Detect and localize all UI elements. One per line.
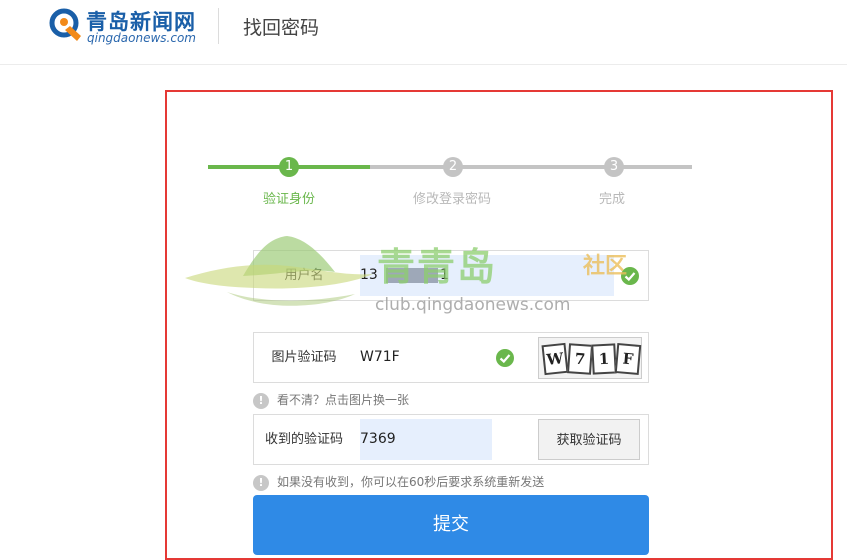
username-valid-check-icon xyxy=(621,267,639,285)
image-captcha-hint-text: 看不清？点击图片换一张 xyxy=(277,393,410,407)
image-captcha-valid-check-icon xyxy=(496,349,514,367)
sms-code-label: 收到的验证码 xyxy=(264,432,343,447)
step-3-label: 完成 xyxy=(598,192,626,207)
step-2-label: 修改登录密码 xyxy=(412,192,492,207)
sms-code-hint: ! 如果没有收到，你可以在60秒后要求系统重新发送 xyxy=(253,473,544,491)
image-captcha-row: 图片验证码 W71F W 7 1 F xyxy=(253,332,649,383)
username-label: 用户名 xyxy=(284,268,324,283)
captcha-image[interactable]: W 7 1 F xyxy=(538,337,642,379)
username-input[interactable]: 13 1 xyxy=(360,255,614,296)
get-code-button[interactable]: 获取验证码 xyxy=(538,419,640,460)
logo-english-text: qingdaonews.com xyxy=(87,31,196,45)
info-icon: ! xyxy=(253,392,269,409)
header-divider xyxy=(218,8,219,44)
step-1-circle: 1 xyxy=(279,157,299,177)
sms-code-row: 收到的验证码 7369 获取验证码 xyxy=(253,414,649,465)
image-captcha-label: 图片验证码 xyxy=(271,350,337,365)
sms-code-input[interactable]: 7369 xyxy=(360,419,492,460)
info-icon: ! xyxy=(253,474,269,491)
page-title: 找回密码 xyxy=(243,17,320,39)
captcha-char-4: F xyxy=(614,343,642,375)
step-progress-pending xyxy=(370,165,692,169)
step-2-circle: 2 xyxy=(443,157,463,177)
logo-q-icon xyxy=(49,8,81,41)
step-3-circle: 3 xyxy=(604,157,624,177)
username-masked-region xyxy=(386,268,438,283)
sms-code-value: 7369 xyxy=(360,431,396,447)
captcha-char-2: 7 xyxy=(566,343,594,375)
submit-button[interactable]: 提交 xyxy=(253,495,649,555)
step-1-label: 验证身份 xyxy=(262,192,316,207)
sms-code-hint-text: 如果没有收到，你可以在60秒后要求系统重新发送 xyxy=(277,475,545,489)
username-value-prefix: 13 xyxy=(360,267,378,283)
captcha-char-3: 1 xyxy=(591,343,617,375)
image-captcha-hint: ! 看不清？点击图片换一张 xyxy=(253,391,409,409)
username-value-suffix: 1 xyxy=(440,267,449,283)
captcha-char-1: W xyxy=(541,342,569,376)
username-row: 用户名 13 1 xyxy=(253,250,649,301)
site-header: 青岛新闻网 qingdaonews.com 找回密码 xyxy=(0,0,847,65)
site-logo[interactable]: 青岛新闻网 qingdaonews.com xyxy=(48,6,200,46)
image-captcha-input[interactable]: W71F xyxy=(360,333,490,382)
recover-password-panel: 1 2 3 验证身份 修改登录密码 完成 用户名 13 1 图片验证码 W71F… xyxy=(165,90,833,560)
